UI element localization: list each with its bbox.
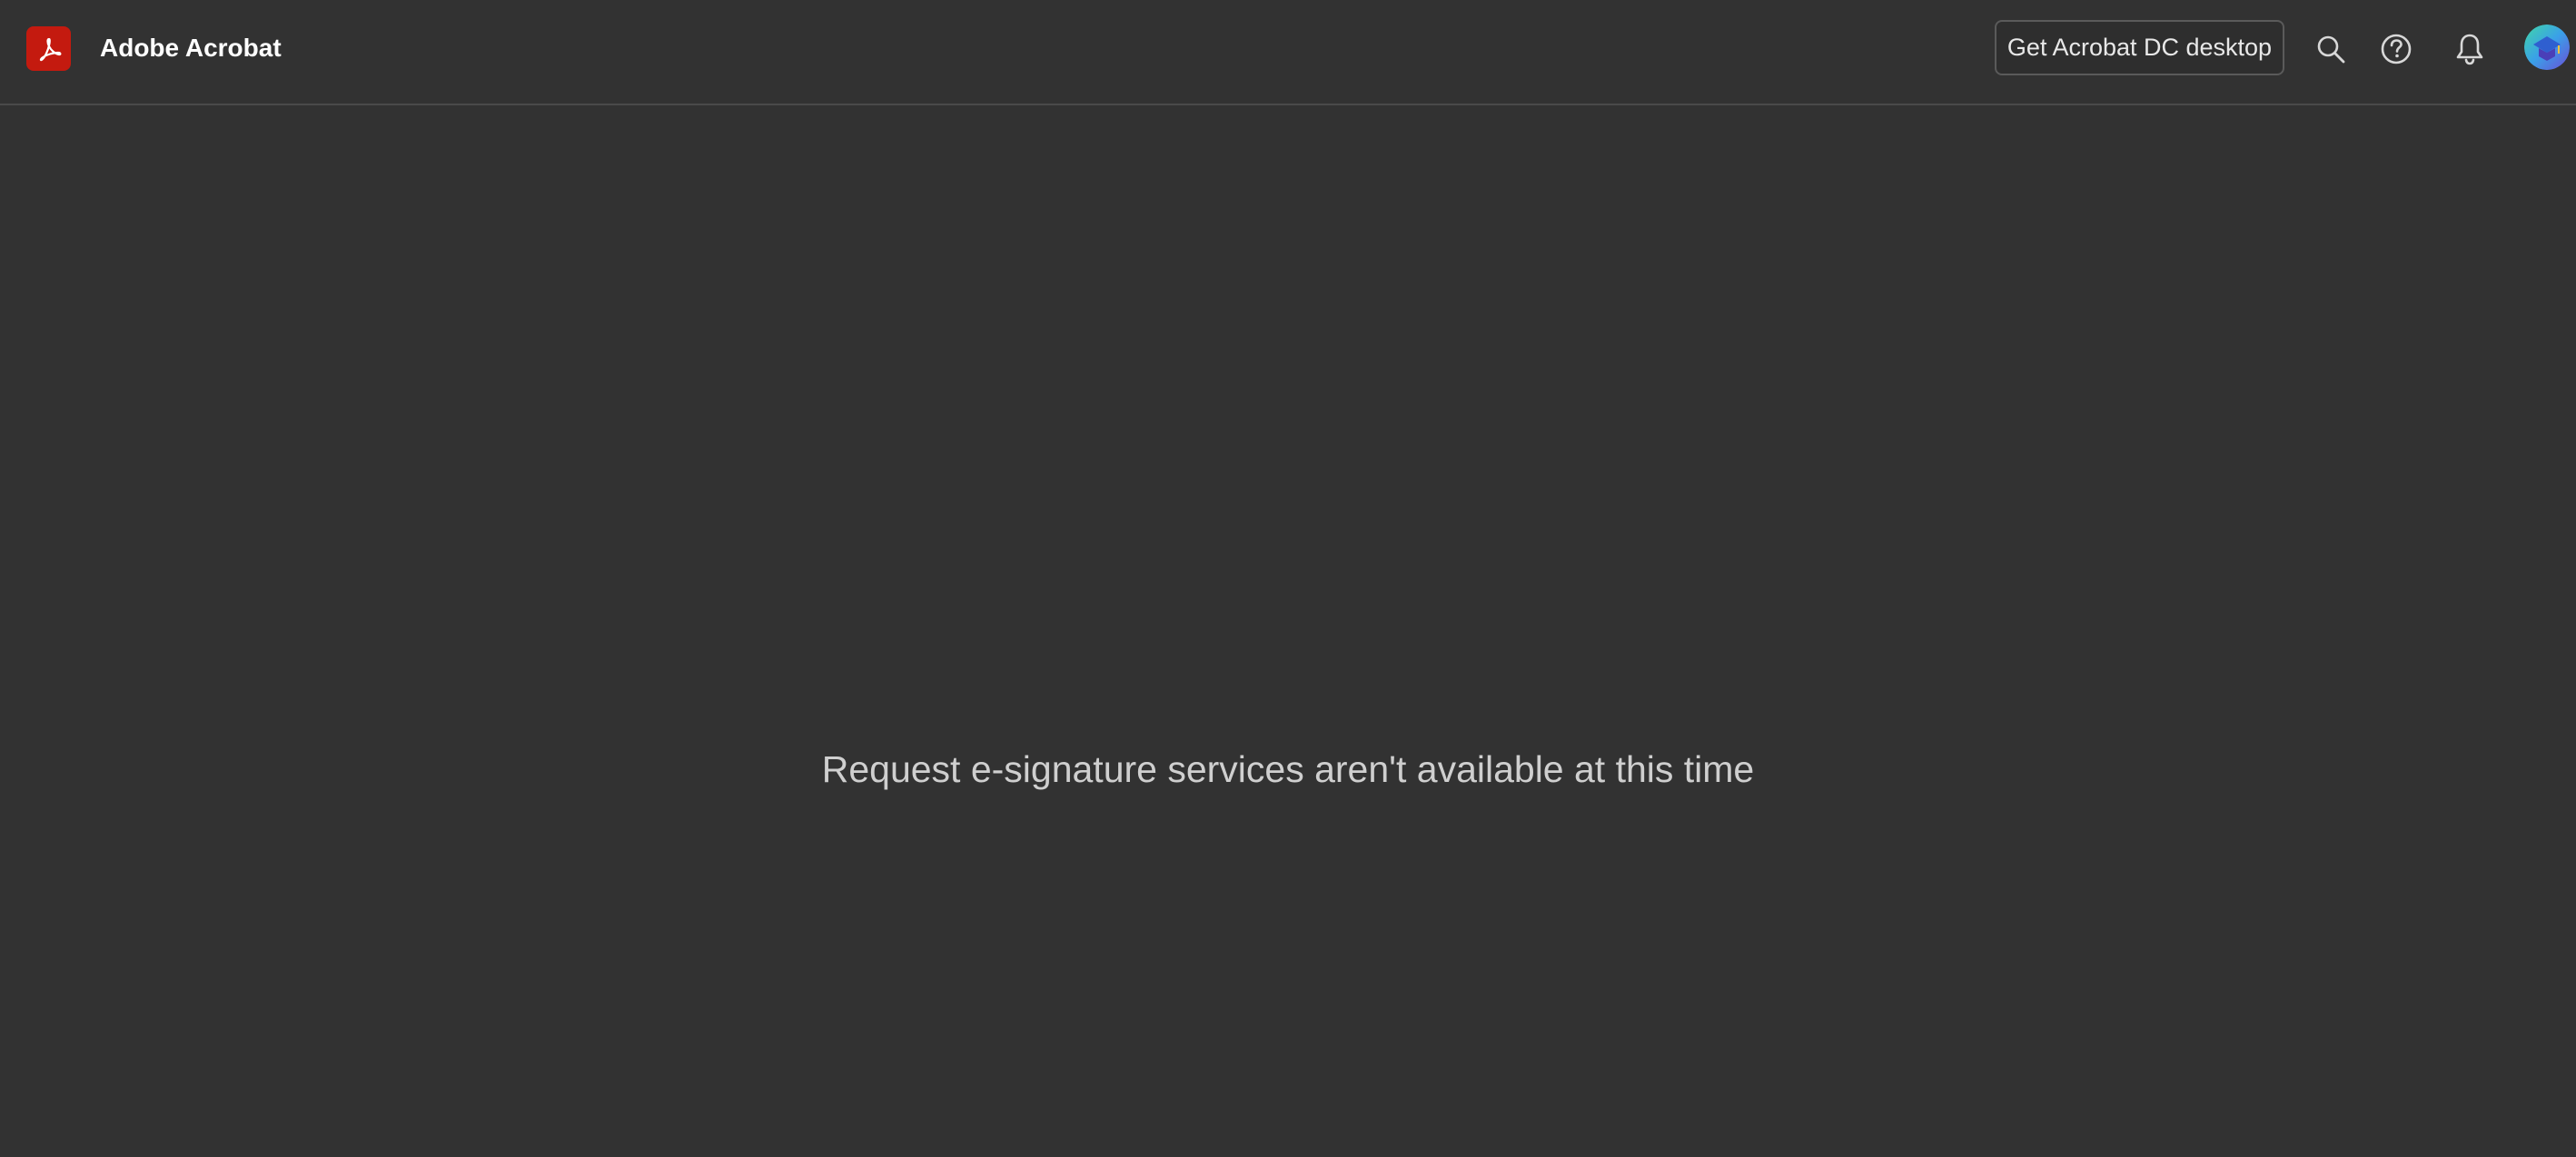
get-acrobat-desktop-button[interactable]: Get Acrobat DC desktop [1995, 20, 2284, 75]
search-icon[interactable] [2308, 26, 2353, 72]
avatar[interactable] [2524, 25, 2570, 70]
acrobat-logo-icon[interactable] [26, 26, 71, 71]
service-unavailable-message: Request e-signature services aren't avai… [821, 748, 1755, 790]
top-bar: Adobe Acrobat Get Acrobat DC desktop [0, 0, 2576, 105]
app-title: Adobe Acrobat [100, 34, 282, 62]
help-icon[interactable] [2373, 26, 2419, 72]
bell-icon[interactable] [2447, 26, 2492, 72]
